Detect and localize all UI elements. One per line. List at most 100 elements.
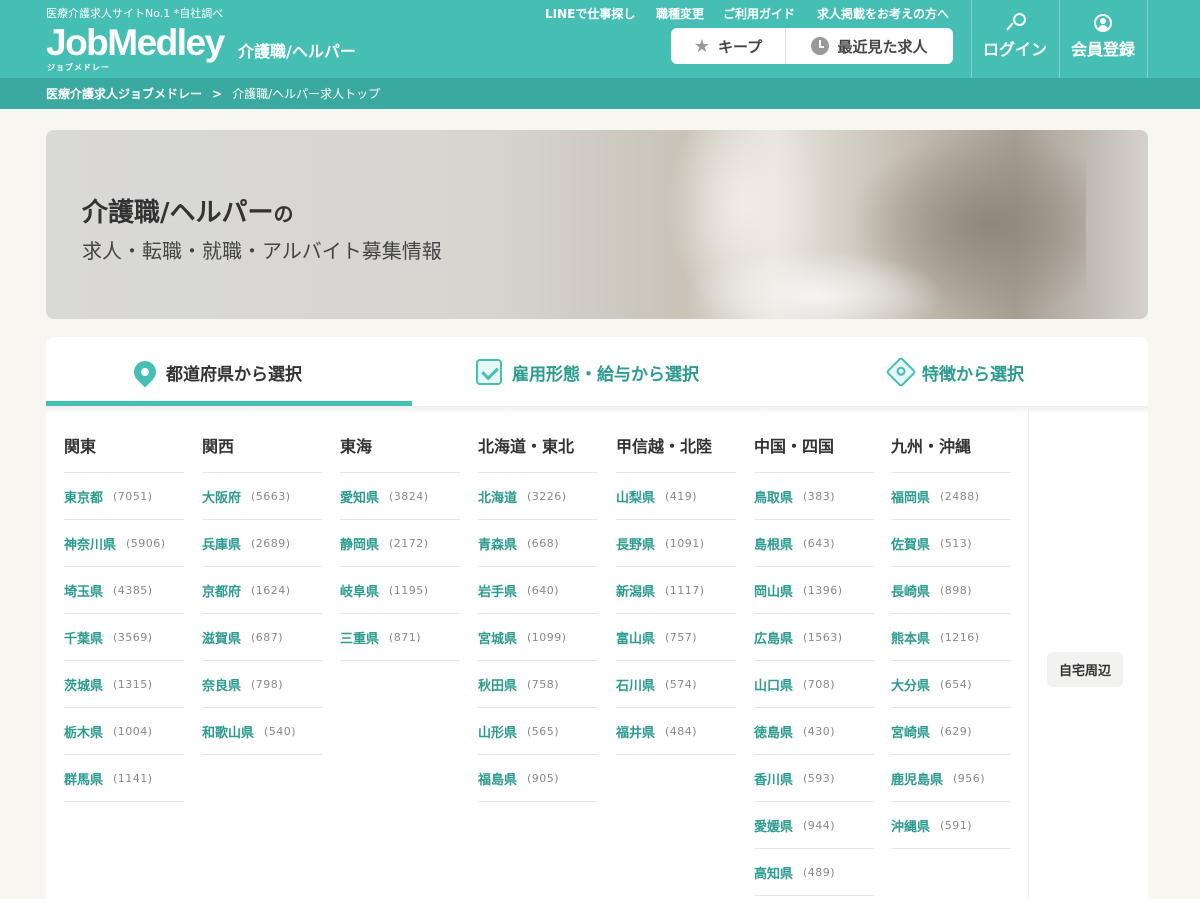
tag-icon: [885, 356, 917, 388]
hero-subtitle: 求人・転職・就職・アルバイト募集情報: [82, 239, 442, 263]
tab-features[interactable]: 特徴から選択: [885, 337, 1024, 407]
prefecture-link[interactable]: 岐阜県 (1195): [340, 567, 460, 614]
prefecture-link[interactable]: 徳島県 (430): [754, 708, 874, 755]
nav-employer[interactable]: 求人掲載をお考えの方へ: [817, 5, 949, 22]
prefecture-link[interactable]: 栃木県 (1004): [64, 708, 184, 755]
prefecture-link[interactable]: 滋賀県 (687): [202, 614, 322, 661]
near-home-button[interactable]: 自宅周辺: [1047, 652, 1123, 687]
prefecture-link[interactable]: 秋田県 (758): [478, 661, 598, 708]
job-count: (2488): [940, 489, 980, 503]
prefecture-link[interactable]: 鹿児島県 (956): [891, 755, 1011, 802]
prefecture-link[interactable]: 長野県 (1091): [616, 520, 736, 567]
prefecture-name: 愛知県: [340, 490, 380, 506]
job-category-label[interactable]: 介護職/ヘルパー: [238, 38, 356, 62]
recent-jobs-button[interactable]: 最近見た求人: [786, 28, 953, 64]
region-title: 関西: [202, 433, 322, 473]
prefecture-link[interactable]: 福岡県 (2488): [891, 473, 1011, 520]
prefecture-link[interactable]: 福島県 (905): [478, 755, 598, 802]
hero-title-main: 介護職/ヘルパー: [82, 198, 274, 228]
map-pin-icon: [129, 356, 161, 388]
job-count: (1315): [113, 677, 153, 691]
prefecture-link[interactable]: 兵庫県 (2689): [202, 520, 322, 567]
hero-banner: 介護職/ヘルパーの 求人・転職・就職・アルバイト募集情報: [46, 130, 1148, 319]
tab-prefecture[interactable]: 都道府県から選択: [129, 337, 302, 407]
nav-line-search[interactable]: LINEで仕事探し: [545, 5, 635, 22]
prefecture-link[interactable]: 高知県 (489): [754, 849, 874, 896]
prefecture-link[interactable]: 新潟県 (1117): [616, 567, 736, 614]
prefecture-link[interactable]: 奈良県 (798): [202, 661, 322, 708]
prefecture-link[interactable]: 石川県 (574): [616, 661, 736, 708]
breadcrumb-current: 介護職/ヘルパー求人トップ: [232, 87, 381, 101]
prefecture-name: 埼玉県: [64, 584, 104, 600]
prefecture-link[interactable]: 和歌山県 (540): [202, 708, 322, 755]
key-icon: [1005, 12, 1026, 32]
prefecture-link[interactable]: 青森県 (668): [478, 520, 598, 567]
prefecture-link[interactable]: 神奈川県 (5906): [64, 520, 184, 567]
prefecture-name: 長野県: [616, 537, 656, 553]
prefecture-link[interactable]: 大阪府 (5663): [202, 473, 322, 520]
prefecture-link[interactable]: 静岡県 (2172): [340, 520, 460, 567]
job-count: (1396): [803, 583, 843, 597]
logo-text: JobMedley: [46, 22, 225, 63]
prefecture-link[interactable]: 千葉県 (3569): [64, 614, 184, 661]
prefecture-link[interactable]: 茨城県 (1315): [64, 661, 184, 708]
prefecture-link[interactable]: 北海道 (3226): [478, 473, 598, 520]
job-count: (484): [665, 724, 698, 738]
prefecture-link[interactable]: 三重県 (871): [340, 614, 460, 661]
prefecture-link[interactable]: 佐賀県 (513): [891, 520, 1011, 567]
logo[interactable]: JobMedley ジョブメドレー: [46, 22, 225, 72]
job-count: (4385): [113, 583, 153, 597]
region-column: 中国・四国 鳥取県 (383) 島根県 (643) 岡山県 (1396) 広島県 (1563) 山…: [754, 433, 874, 896]
prefecture-name: 山形県: [478, 725, 518, 741]
tagline: 医療介護求人サイトNo.1 *自社調べ: [46, 7, 224, 20]
prefecture-link[interactable]: 宮城県 (1099): [478, 614, 598, 661]
breadcrumb: 医療介護求人ジョブメドレー > 介護職/ヘルパー求人トップ: [0, 78, 1200, 109]
prefecture-link[interactable]: 長崎県 (898): [891, 567, 1011, 614]
nav-guide[interactable]: ご利用ガイド: [723, 5, 795, 22]
tab-shadow: [46, 406, 1148, 414]
prefecture-link[interactable]: 富山県 (757): [616, 614, 736, 661]
prefecture-link[interactable]: 岡山県 (1396): [754, 567, 874, 614]
prefecture-link[interactable]: 沖縄県 (591): [891, 802, 1011, 849]
prefecture-link[interactable]: 熊本県 (1216): [891, 614, 1011, 661]
keep-button[interactable]: ★ キープ: [671, 28, 786, 64]
prefecture-link[interactable]: 京都府 (1624): [202, 567, 322, 614]
prefecture-link[interactable]: 福井県 (484): [616, 708, 736, 755]
job-count: (574): [665, 677, 698, 691]
prefecture-link[interactable]: 東京都 (7051): [64, 473, 184, 520]
login-button[interactable]: ログイン: [971, 12, 1059, 72]
prefecture-name: 奈良県: [202, 678, 242, 694]
prefecture-link[interactable]: 宮崎県 (629): [891, 708, 1011, 755]
job-count: (758): [527, 677, 560, 691]
prefecture-name: 岐阜県: [340, 584, 380, 600]
prefecture-link[interactable]: 山口県 (708): [754, 661, 874, 708]
prefecture-link[interactable]: 埼玉県 (4385): [64, 567, 184, 614]
prefecture-link[interactable]: 群馬県 (1141): [64, 755, 184, 802]
prefecture-link[interactable]: 島根県 (643): [754, 520, 874, 567]
job-count: (798): [251, 677, 284, 691]
prefecture-name: 北海道: [478, 490, 518, 506]
prefecture-link[interactable]: 香川県 (593): [754, 755, 874, 802]
prefecture-link[interactable]: 岩手県 (640): [478, 567, 598, 614]
prefecture-name: 山梨県: [616, 490, 656, 506]
nav-change-job[interactable]: 職種変更: [656, 5, 704, 22]
prefecture-link[interactable]: 大分県 (654): [891, 661, 1011, 708]
prefecture-link[interactable]: 山形県 (565): [478, 708, 598, 755]
prefecture-link[interactable]: 広島県 (1563): [754, 614, 874, 661]
job-count: (757): [665, 630, 698, 644]
prefecture-link[interactable]: 愛媛県 (944): [754, 802, 874, 849]
tab-employment[interactable]: 雇用形態・給与から選択: [476, 337, 699, 407]
job-count: (708): [803, 677, 836, 691]
job-count: (1117): [665, 583, 705, 597]
prefecture-name: 大阪府: [202, 490, 242, 506]
register-button[interactable]: 会員登録: [1059, 12, 1147, 72]
prefecture-name: 愛媛県: [754, 819, 794, 835]
job-count: (2689): [251, 536, 291, 550]
prefecture-name: 千葉県: [64, 631, 104, 647]
breadcrumb-home[interactable]: 医療介護求人ジョブメドレー: [46, 85, 202, 102]
prefecture-link[interactable]: 鳥取県 (383): [754, 473, 874, 520]
prefecture-link[interactable]: 山梨県 (419): [616, 473, 736, 520]
prefecture-link[interactable]: 愛知県 (3824): [340, 473, 460, 520]
prefecture-name: 栃木県: [64, 725, 104, 741]
prefecture-name: 広島県: [754, 631, 794, 647]
